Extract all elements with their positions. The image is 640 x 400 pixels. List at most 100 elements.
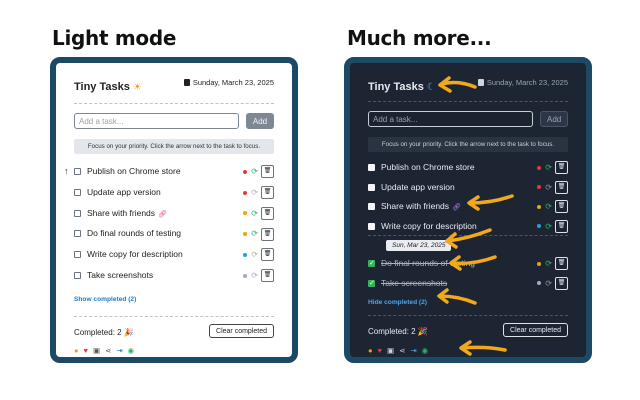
focus-hint: Focus on your priority. Click the arrow … xyxy=(368,137,568,152)
heart-icon[interactable]: ♥ xyxy=(378,346,382,355)
task-checkbox[interactable] xyxy=(74,209,81,217)
priority-dot[interactable] xyxy=(537,261,542,266)
eye-icon[interactable]: ◉ xyxy=(128,346,135,355)
repeat-icon[interactable]: ⟳ xyxy=(251,271,258,280)
link-icon[interactable]: 🔗︎ xyxy=(452,204,461,211)
trash-icon[interactable]: 🗑︎ xyxy=(261,206,274,220)
trash-icon[interactable]: 🗑︎ xyxy=(261,269,274,283)
add-task-button[interactable]: Add xyxy=(540,111,568,127)
repeat-icon[interactable]: ⟳ xyxy=(251,167,258,176)
priority-dot[interactable] xyxy=(243,273,248,278)
repeat-icon[interactable]: ⟳ xyxy=(545,259,552,268)
share-icon[interactable]: ⋖ xyxy=(105,346,111,355)
priority-dot[interactable] xyxy=(243,190,248,195)
heart-icon[interactable]: ♥ xyxy=(84,346,88,355)
trash-icon[interactable]: 🗑︎ xyxy=(261,186,274,200)
trash-icon[interactable]: 🗑︎ xyxy=(555,257,568,271)
priority-dot[interactable] xyxy=(243,211,248,216)
priority-dot[interactable] xyxy=(537,281,542,286)
task-checkbox[interactable] xyxy=(368,164,375,171)
task-item[interactable]: Take screenshots ⟳🗑︎ xyxy=(368,276,568,291)
trash-icon[interactable]: 🗑︎ xyxy=(555,180,568,194)
repeat-icon[interactable]: ⟳ xyxy=(545,279,552,288)
task-label: Publish on Chrome store xyxy=(381,162,475,172)
repeat-icon[interactable]: ⟳ xyxy=(545,202,552,211)
dark-mode-frame: Tiny Tasks☾ Sunday, March 23, 2025 Add F… xyxy=(344,57,592,363)
footer-icons: ● ♥ ▣ ⋖ ⇥ ◉ xyxy=(368,346,433,356)
sign-in-icon[interactable]: ⇥ xyxy=(410,346,416,355)
trash-icon[interactable]: 🗑︎ xyxy=(555,219,568,233)
share-icon[interactable]: ⋖ xyxy=(399,346,405,355)
moon-icon[interactable]: ☾ xyxy=(427,82,436,93)
completed-count: Completed: 2 🎉 xyxy=(368,327,428,336)
trash-icon[interactable]: 🗑︎ xyxy=(261,227,274,241)
repeat-icon[interactable]: ⟳ xyxy=(251,209,258,218)
repeat-icon[interactable]: ⟳ xyxy=(545,183,552,192)
focus-arrow-icon[interactable]: ↑ xyxy=(64,164,69,178)
divider xyxy=(368,315,568,316)
task-label: Take screenshots xyxy=(87,270,154,280)
link-icon[interactable]: 🔗︎ xyxy=(158,211,167,218)
repeat-icon[interactable]: ⟳ xyxy=(251,250,258,259)
priority-dot[interactable] xyxy=(243,169,248,174)
add-task-input[interactable] xyxy=(368,111,533,127)
task-item[interactable]: ↑ Publish on Chrome store ⟳ 🗑︎ xyxy=(64,164,274,179)
task-item[interactable]: Update app version ⟳ 🗑︎ xyxy=(368,180,568,194)
chat-bubble-icon[interactable]: ● xyxy=(368,346,373,355)
trash-icon[interactable]: 🗑︎ xyxy=(555,161,568,175)
light-mode-heading: Light mode xyxy=(52,26,177,50)
task-item[interactable]: Do final rounds of testing ⟳🗑︎ xyxy=(368,256,568,271)
task-checkbox[interactable] xyxy=(74,230,81,238)
task-item[interactable]: Write copy for description ⟳ 🗑︎ xyxy=(74,247,274,262)
folder-icon[interactable]: ▣ xyxy=(387,346,394,355)
priority-dot[interactable] xyxy=(537,204,542,209)
chat-bubble-icon[interactable]: ● xyxy=(74,346,79,355)
much-more-heading: Much more... xyxy=(347,26,492,50)
repeat-icon[interactable]: ⟳ xyxy=(251,229,258,238)
priority-dot[interactable] xyxy=(243,252,248,257)
folder-icon[interactable]: ▣ xyxy=(93,346,100,355)
task-checkbox[interactable] xyxy=(368,222,375,230)
task-checkbox[interactable] xyxy=(74,168,81,175)
repeat-icon[interactable]: ⟳ xyxy=(545,163,552,172)
divider xyxy=(74,316,274,317)
task-item[interactable]: Share with friends 🔗︎ ⟳ 🗑︎ xyxy=(368,199,568,214)
task-checkbox[interactable] xyxy=(74,272,81,279)
priority-dot[interactable] xyxy=(537,165,542,170)
priority-dot[interactable] xyxy=(537,185,542,190)
task-item[interactable]: Publish on Chrome store ⟳ 🗑︎ xyxy=(368,160,568,175)
hide-completed-link[interactable]: Hide completed (2) xyxy=(368,299,427,306)
task-checkbox[interactable] xyxy=(368,203,375,210)
clear-completed-button[interactable]: Clear completed xyxy=(209,324,274,338)
divider xyxy=(368,101,568,102)
add-task-input[interactable] xyxy=(74,113,239,129)
task-label: Do final rounds of testing xyxy=(381,258,476,268)
task-label: Take screenshots xyxy=(381,277,448,288)
repeat-icon[interactable]: ⟳ xyxy=(251,188,258,197)
task-checkbox[interactable] xyxy=(368,257,375,271)
clear-completed-button[interactable]: Clear completed xyxy=(503,323,568,337)
task-checkbox[interactable] xyxy=(368,277,375,291)
add-task-button[interactable]: Add xyxy=(246,113,274,129)
task-checkbox[interactable] xyxy=(74,188,81,196)
task-checkbox[interactable] xyxy=(368,183,375,191)
eye-icon[interactable]: ◉ xyxy=(422,346,429,355)
sign-in-icon[interactable]: ⇥ xyxy=(116,346,122,355)
task-item[interactable]: Write copy for description ⟳ 🗑︎ xyxy=(368,219,568,233)
task-item[interactable]: Update app version ⟳ 🗑︎ xyxy=(74,185,274,200)
task-item[interactable]: Share with friends 🔗︎ ⟳ 🗑︎ xyxy=(74,206,274,220)
trash-icon[interactable]: 🗑︎ xyxy=(261,165,274,179)
show-completed-link[interactable]: Show completed (2) xyxy=(74,296,136,303)
task-item[interactable]: Take screenshots ⟳🗑︎ xyxy=(74,268,274,283)
current-date: Sunday, March 23, 2025 xyxy=(192,78,274,87)
task-checkbox[interactable] xyxy=(74,251,81,259)
trash-icon[interactable]: 🗑︎ xyxy=(555,200,568,214)
sun-icon[interactable]: ☀ xyxy=(133,82,142,93)
task-item[interactable]: Do final rounds of testing ⟳🗑︎ xyxy=(74,226,274,241)
trash-icon[interactable]: 🗑︎ xyxy=(261,248,274,262)
completed-count: Completed: 2 🎉 xyxy=(74,328,134,337)
priority-dot[interactable] xyxy=(243,232,248,237)
repeat-icon[interactable]: ⟳ xyxy=(545,222,552,231)
trash-icon[interactable]: 🗑︎ xyxy=(555,276,568,290)
priority-dot[interactable] xyxy=(537,224,542,229)
